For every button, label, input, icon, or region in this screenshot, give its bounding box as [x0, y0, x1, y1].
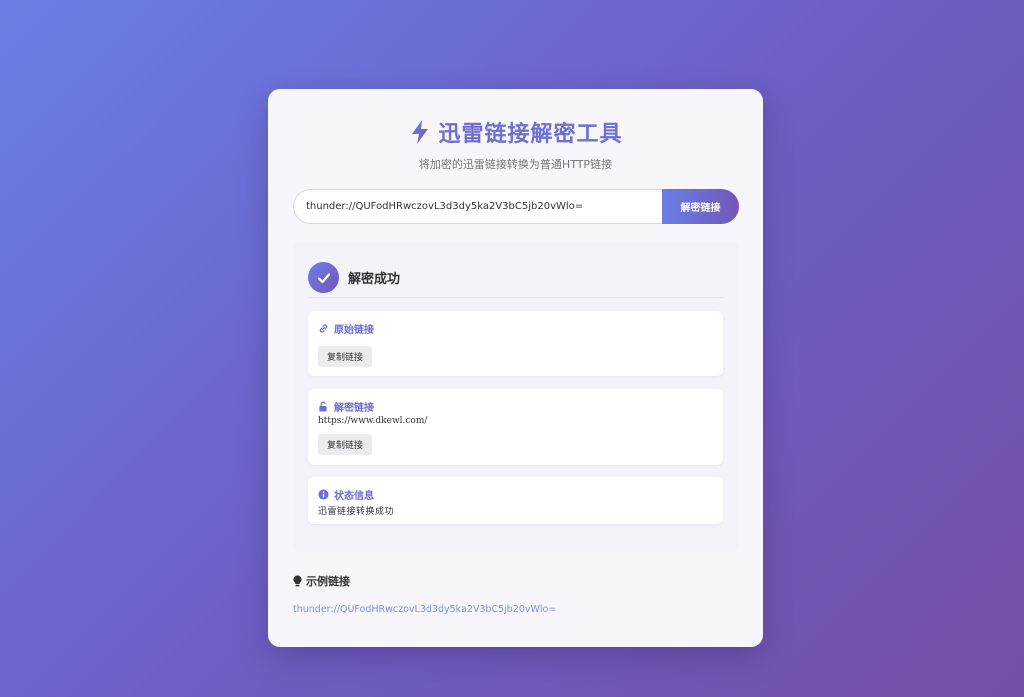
decrypted-link-label: 解密链接	[318, 399, 374, 414]
original-link-box: 原始链接 复制链接	[308, 311, 723, 376]
status-info-value: 迅雷链接转换成功	[318, 507, 395, 517]
decrypt-button[interactable]: 解密链接	[662, 189, 739, 224]
result-panel: 解密成功 原始链接 复制链接 解密链接 https://www.dkewl.co…	[293, 242, 739, 552]
status-info-box: 状态信息 迅雷链接转换成功	[308, 477, 723, 524]
check-icon	[308, 262, 339, 293]
page-title: 迅雷链接解密工具	[438, 122, 623, 147]
example-link[interactable]: thunder://QUFodHRwczovL3d3dy5ka2V3bC5jb2…	[293, 604, 556, 615]
original-link-label: 原始链接	[318, 321, 374, 336]
unlock-icon	[319, 401, 327, 412]
decrypted-link-box: 解密链接 https://www.dkewl.com/ 复制链接	[308, 389, 723, 465]
result-status: 解密成功	[308, 258, 724, 298]
title-row: 迅雷链接解密工具	[268, 116, 763, 148]
decrypted-link-value[interactable]: https://www.dkewl.com/	[318, 416, 427, 426]
status-title: 解密成功	[348, 272, 401, 287]
page-subtitle: 将加密的迅雷链接转换为普通HTTP链接	[418, 158, 613, 171]
copy-decrypted-button[interactable]: 复制链接	[318, 434, 373, 455]
thunder-link-input[interactable]	[293, 189, 662, 224]
input-row: 解密链接	[293, 189, 739, 224]
decrypt-card: 迅雷链接解密工具 将加密的迅雷链接转换为普通HTTP链接 解密链接 解密成功 原…	[268, 89, 763, 647]
lightning-icon	[412, 120, 429, 144]
lightbulb-icon	[293, 575, 302, 587]
copy-original-button[interactable]: 复制链接	[318, 346, 373, 367]
link-icon	[319, 324, 328, 333]
info-icon	[318, 489, 329, 500]
status-info-label: 状态信息	[318, 487, 374, 502]
examples-title: 示例链接	[293, 573, 350, 589]
